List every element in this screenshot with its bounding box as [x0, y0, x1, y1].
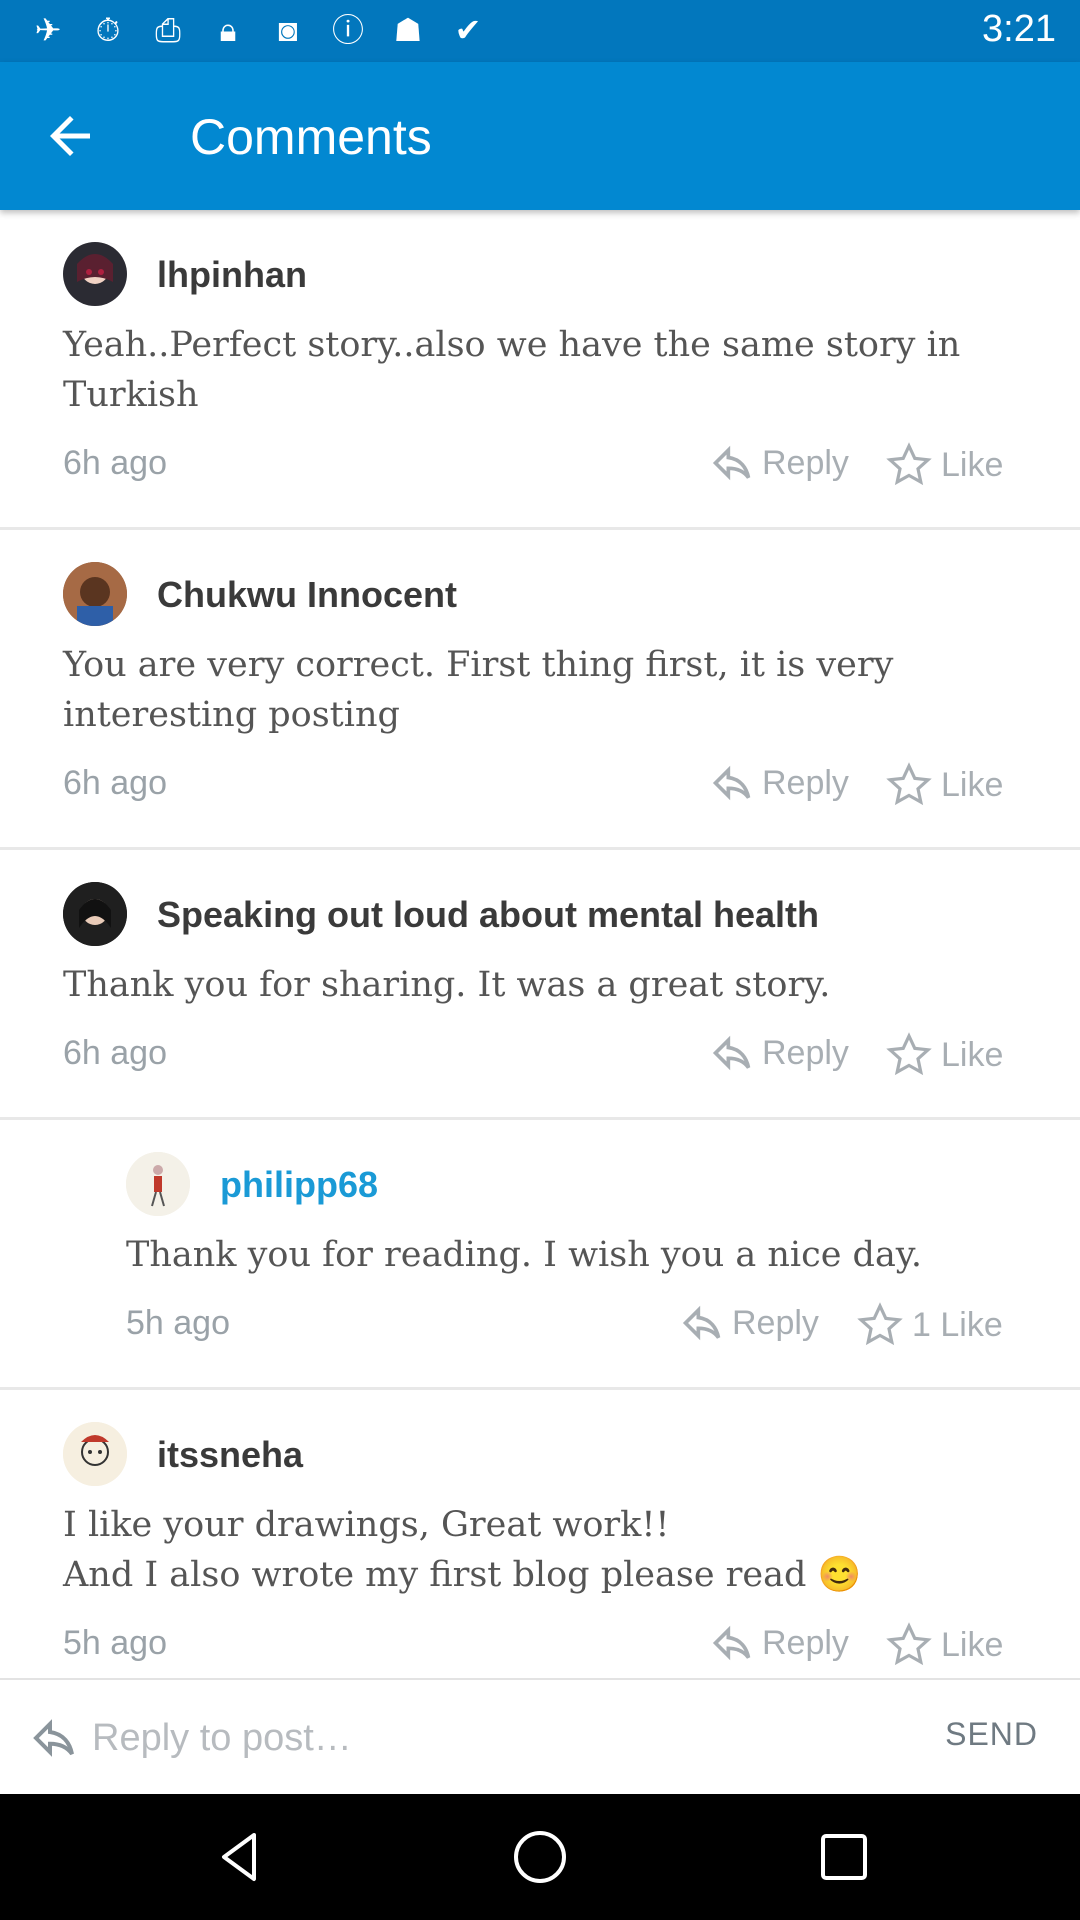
comment-list[interactable]: lhpinhan Yeah..Perfect story..also we ha…: [0, 210, 1080, 1678]
reply-icon: [712, 1035, 751, 1071]
reply-bar: SEND: [0, 1678, 1080, 1794]
send-button[interactable]: SEND: [945, 1716, 1038, 1753]
back-button[interactable]: [40, 106, 100, 166]
comment-item-reply: philipp68 Thank you for reading. I wish …: [0, 1120, 1080, 1390]
comment-item: Speaking out loud about mental health Th…: [0, 850, 1080, 1120]
reply-icon: [33, 1719, 74, 1757]
reply-button[interactable]: Reply: [680, 1301, 819, 1345]
navigation-bar: [0, 1794, 1080, 1920]
comment-text: Thank you for sharing. It was a great st…: [63, 965, 831, 1005]
star-icon: [886, 1622, 932, 1666]
page-title: Comments: [190, 109, 432, 165]
comment-time: 6h ago: [63, 764, 167, 802]
app-bar: Comments: [0, 62, 1080, 210]
comment-item: Chukwu Innocent You are very correct. Fi…: [0, 530, 1080, 850]
reply-button[interactable]: Reply: [710, 441, 849, 485]
instagram-icon: ◙: [278, 12, 298, 48]
reply-label: Reply: [732, 1303, 819, 1342]
comment-author[interactable]: lhpinhan: [157, 254, 307, 296]
like-button[interactable]: Like: [885, 441, 1003, 489]
comment-time: 5h ago: [126, 1304, 230, 1342]
comment-author[interactable]: itssneha: [157, 1434, 303, 1476]
avatar[interactable]: [63, 242, 127, 306]
triangle-back-icon: [222, 1833, 256, 1881]
printer-icon: ⎙: [155, 12, 181, 48]
star-icon: [886, 1032, 932, 1076]
circle-home-icon: [514, 1831, 566, 1883]
square-recents-icon: [821, 1834, 867, 1880]
comment-author[interactable]: Chukwu Innocent: [157, 574, 457, 616]
comment-text: You are very correct. First thing first,…: [63, 645, 894, 735]
nav-home-button[interactable]: [510, 1827, 570, 1887]
info-icon: ⓘ: [331, 12, 364, 48]
avatar[interactable]: [63, 882, 127, 946]
reply-input[interactable]: [92, 1704, 912, 1772]
notification-icons: ✈ ⏱ ⎙ 🔒︎ ◙ ⓘ ☗ ✔: [26, 10, 490, 50]
reply-label: Reply: [762, 1033, 849, 1072]
avatar[interactable]: [126, 1152, 190, 1216]
comment-time: 5h ago: [63, 1624, 167, 1662]
lock-icon: 🔒︎: [219, 12, 237, 48]
reply-label: Reply: [762, 1623, 849, 1662]
like-label: 1 Like: [912, 1305, 1003, 1344]
star-icon: [857, 1302, 903, 1346]
avatar[interactable]: [63, 1422, 127, 1486]
comment-author[interactable]: philipp68: [220, 1164, 378, 1206]
like-button[interactable]: Like: [885, 1621, 1003, 1669]
cat-icon: ☗: [393, 12, 423, 48]
star-icon: [886, 442, 932, 486]
comment-item: lhpinhan Yeah..Perfect story..also we ha…: [0, 210, 1080, 530]
reply-button[interactable]: Reply: [710, 1621, 849, 1665]
comment-time: 6h ago: [63, 1034, 167, 1072]
back-arrow-icon: [50, 116, 90, 156]
like-button[interactable]: Like: [885, 761, 1003, 809]
nav-back-button[interactable]: [210, 1827, 270, 1887]
comment-item: itssneha I like your drawings, Great wor…: [0, 1390, 1080, 1678]
comment-author[interactable]: Speaking out loud about mental health: [157, 894, 819, 936]
reply-icon: [712, 445, 751, 481]
comment-time: 6h ago: [63, 444, 167, 482]
reply-icon: [712, 765, 751, 801]
comment-text: Thank you for reading. I wish you a nice…: [126, 1235, 923, 1275]
reply-label: Reply: [762, 443, 849, 482]
reply-button[interactable]: Reply: [710, 761, 849, 805]
reply-label: Reply: [762, 763, 849, 802]
reply-icon: [682, 1305, 721, 1341]
reply-icon: [712, 1625, 751, 1661]
like-label: Like: [941, 1625, 1004, 1664]
like-label: Like: [941, 1035, 1004, 1074]
stopwatch-icon: ⏱: [95, 12, 121, 48]
comment-text: Yeah..Perfect story..also we have the sa…: [63, 325, 961, 415]
avatar[interactable]: [63, 562, 127, 626]
like-button[interactable]: 1 Like: [856, 1301, 1003, 1349]
like-label: Like: [941, 765, 1004, 804]
comment-text: I like your drawings, Great work!! And I…: [63, 1505, 862, 1595]
status-time: 3:21: [982, 8, 1056, 50]
briefcase-check-icon: ✔: [454, 12, 482, 48]
like-button[interactable]: Like: [885, 1031, 1003, 1079]
airplane-icon: ✈: [34, 12, 62, 48]
nav-recents-button[interactable]: [814, 1827, 874, 1887]
status-bar: ✈ ⏱ ⎙ 🔒︎ ◙ ⓘ ☗ ✔ 3:21: [0, 0, 1080, 62]
reply-button[interactable]: Reply: [710, 1031, 849, 1075]
like-label: Like: [941, 445, 1004, 484]
star-icon: [886, 762, 932, 806]
